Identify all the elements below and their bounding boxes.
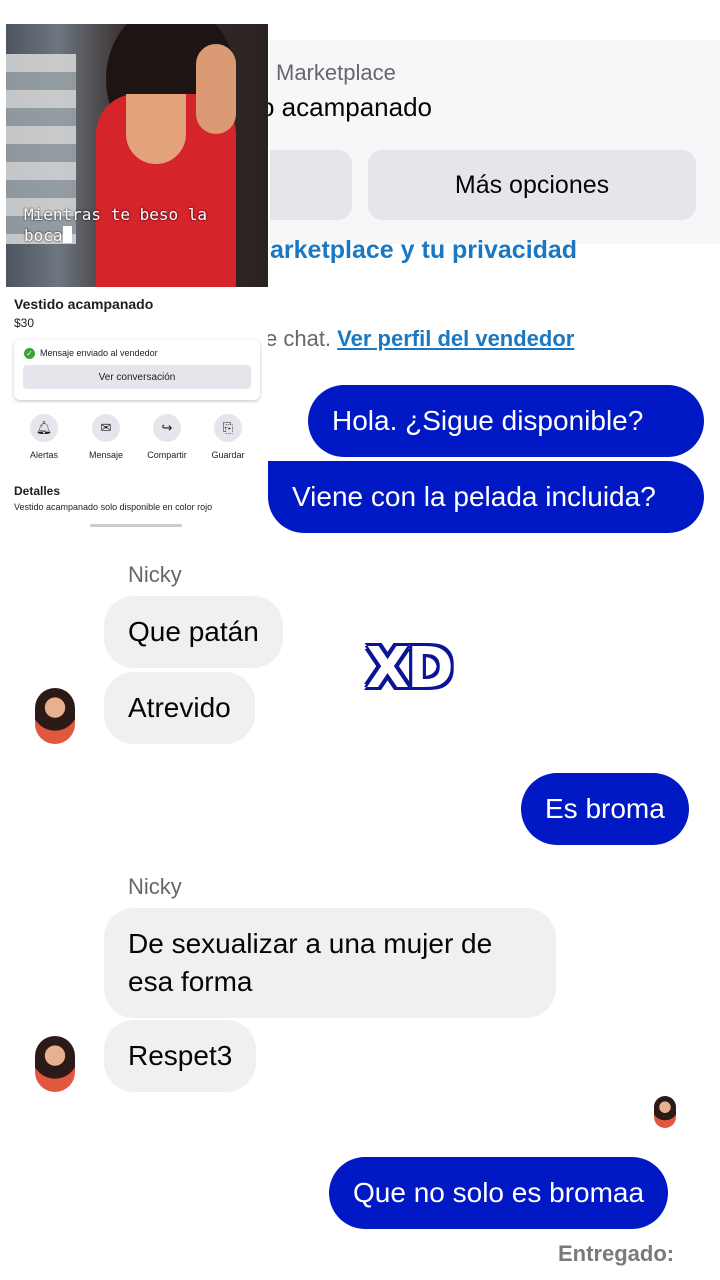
message-outgoing[interactable]: Es broma: [521, 773, 689, 845]
check-icon: ✓: [24, 348, 35, 359]
message-sent-box: ✓ Mensaje enviado al vendedor Ver conver…: [14, 340, 260, 400]
message-outgoing[interactable]: Hola. ¿Sigue disponible?: [308, 385, 704, 457]
more-options-button[interactable]: Más opciones: [368, 150, 696, 220]
photo-arm: [196, 44, 236, 134]
scrollbar[interactable]: [90, 524, 182, 527]
share-button[interactable]: ↪ Compartir: [137, 414, 197, 460]
listing-title: o acampanado: [260, 92, 433, 122]
message-outgoing[interactable]: Viene con la pelada incluida?: [268, 461, 704, 533]
product-price: $30: [14, 316, 35, 330]
seller-profile-link[interactable]: Ver perfil del vendedor: [337, 326, 574, 351]
message-incoming[interactable]: De sexualizar a una mujer de esa forma: [104, 908, 556, 1018]
action-label: Mensaje: [88, 450, 124, 460]
messenger-icon: ✉: [92, 414, 120, 442]
product-overlay: Mientras te beso la boca Vestido acampan…: [0, 0, 268, 528]
xd-sticker: XD: [366, 636, 454, 701]
share-icon: ↪: [153, 414, 181, 442]
view-conversation-button[interactable]: Ver conversación: [23, 365, 251, 389]
read-receipt-avatar: [654, 1096, 676, 1128]
privacy-link[interactable]: arketplace y tu privacidad: [270, 236, 577, 265]
bell-icon: 🔔︎: [30, 414, 58, 442]
alerts-button[interactable]: 🔔︎ Alertas: [14, 414, 74, 460]
message-incoming[interactable]: Respet3: [104, 1020, 257, 1092]
message-incoming[interactable]: Que patán: [104, 596, 283, 668]
photo-caption: Mientras te beso la boca: [24, 204, 244, 246]
view-listing-button[interactable]: [270, 150, 352, 220]
avatar[interactable]: [35, 1036, 75, 1092]
text-cursor: [62, 226, 72, 243]
message-outgoing[interactable]: Que no solo es bromaa: [329, 1157, 669, 1229]
product-title: Vestido acampanado: [14, 296, 154, 312]
save-button[interactable]: ⎘ Guardar: [198, 414, 258, 460]
chat-note: e chat. Ver perfil del vendedor: [265, 326, 574, 352]
marketplace-label: Marketplace: [276, 60, 396, 85]
sender-name: Nicky: [128, 874, 182, 899]
product-photo: Mientras te beso la boca: [6, 24, 268, 287]
message-button[interactable]: ✉ Mensaje: [76, 414, 136, 460]
action-label: Alertas: [29, 450, 58, 460]
bookmark-icon: ⎘: [214, 414, 242, 442]
details-title: Detalles: [14, 484, 61, 498]
photo-neckline: [126, 94, 186, 164]
details-text: Vestido acampanado solo disponible en co…: [14, 502, 213, 512]
chat-note-text: e chat.: [265, 326, 332, 351]
sender-name: Nicky: [128, 562, 182, 587]
action-label: Guardar: [211, 450, 245, 460]
product-actions: 🔔︎ Alertas ✉ Mensaje ↪ Compartir ⎘ Guard…: [14, 414, 260, 462]
delivery-status: Entregado:: [558, 1241, 675, 1266]
avatar[interactable]: [35, 688, 75, 744]
message-incoming[interactable]: Atrevido: [104, 672, 255, 744]
message-sent-text: Mensaje enviado al vendedor: [40, 348, 158, 358]
marketplace-card: Marketplace o acampanado Más opciones: [260, 40, 720, 244]
action-label: Compartir: [147, 450, 187, 460]
caption-text: Mientras te beso la boca: [24, 205, 208, 245]
